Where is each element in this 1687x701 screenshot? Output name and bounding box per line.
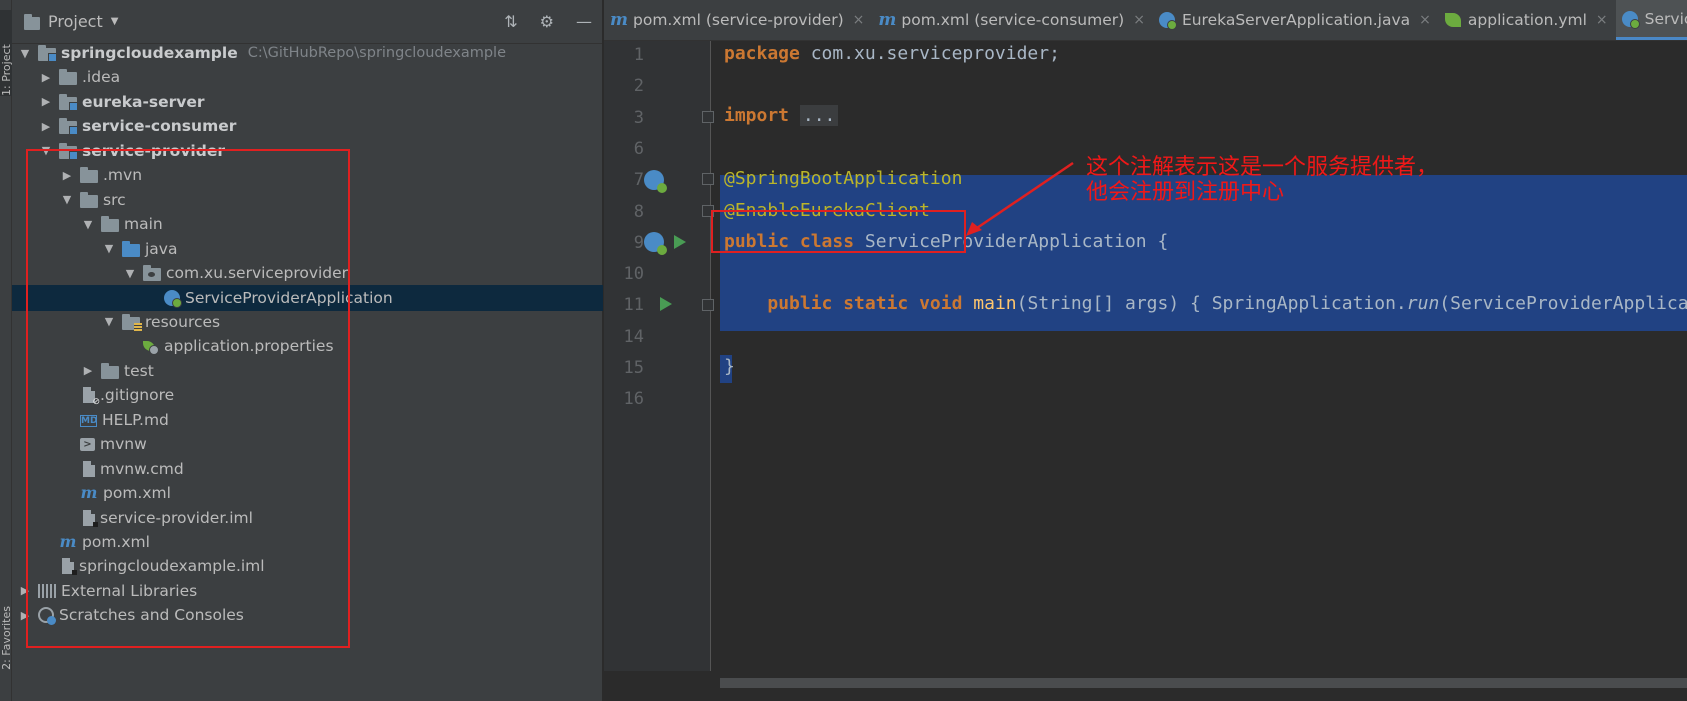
run-main-icon[interactable] [660,297,672,311]
editor-tab[interactable]: m pom.xml (service-provider) × [604,0,872,40]
tree-item[interactable]: ▶ eureka-server [12,89,603,115]
editor-tab-label: EurekaServerApplication.java [1181,11,1411,29]
line-number: 16 [623,389,644,410]
panel-toolbar: ⇅ ⚙ — [504,12,592,31]
spring-class-icon [1158,12,1177,30]
line-number: 3 [633,107,644,128]
tree-item[interactable]: ▼ springcloudexample C:\GitHubRepo\springc… [12,40,603,66]
annotation-note-line-1: 这个注解表示这是一个服务提供者， [1086,155,1439,180]
spring-boot-icon[interactable] [644,232,667,255]
line-number: 8 [633,201,644,222]
favorites-tool-tab[interactable]: 2: Favorites [0,606,13,670]
spring-class-icon [1621,10,1640,29]
editor-area: m pom.xml (service-provider) × m pom.xml (se… [604,0,1687,701]
code-line-7: @SpringBootApplication [724,168,963,189]
minimize-icon[interactable]: — [576,12,592,31]
editor-tabs: m pom.xml (service-provider) × m pom.xml (se… [604,0,1687,41]
close-icon[interactable]: × [853,12,865,28]
code-line-3: import ... [724,105,839,126]
tree-item-label: eureka-server [82,92,205,111]
editor-tab-label: pom.xml (service-consumer) [901,11,1125,29]
close-icon[interactable]: × [1419,12,1431,28]
run-class-icon[interactable] [674,235,686,249]
tree-item-label: springcloudexample [61,44,238,62]
line-number: 11 [623,295,644,316]
line-number: 15 [623,358,644,378]
code-line-1: package com.xu.serviceprovider; [724,43,1060,64]
line-number: 14 [623,326,644,347]
callout-arrow-icon [966,161,1074,236]
editor-tab-label: ServiceProviderApplication.java [1644,9,1687,28]
expand-right-icon[interactable]: ▶ [39,71,53,84]
editor-tab[interactable]: ServiceProviderApplication.java [1615,0,1687,40]
close-icon[interactable]: × [1133,12,1145,28]
project-panel-header: Project ▼ ⇅ ⚙ — [12,0,602,44]
gear-icon[interactable]: ⚙ [540,12,554,31]
chevron-down-icon[interactable]: ▼ [111,16,119,27]
line-number: 6 [633,138,644,159]
highlight-box-annotation [711,210,966,253]
folder-icon [59,69,77,86]
close-icon[interactable]: × [1596,12,1608,28]
line-number: 7 [633,170,644,191]
editor-gutter: 1 2 3 6 7 8 9 10 11 14 15 16 [604,41,714,671]
expand-right-icon[interactable]: ▶ [39,120,53,133]
project-folder-icon [24,13,40,30]
horizontal-scrollbar[interactable] [720,678,1687,688]
code-line-15: } [724,356,735,377]
editor-tab[interactable]: m pom.xml (service-consumer) × [872,0,1153,40]
editor-tab-label: pom.xml (service-provider) [633,11,844,29]
editor-tab-label: application.yml [1467,11,1587,29]
line-number: 2 [633,76,644,97]
line-number: 10 [623,264,644,285]
maven-icon: m [610,10,628,30]
code-line-11: public static void main(String[] args) {… [767,293,1687,314]
line-number: 9 [633,232,644,253]
expand-right-icon[interactable]: ▶ [39,95,53,108]
tree-item[interactable]: ▶ service-consumer [12,113,603,139]
spring-bean-icon[interactable] [644,170,667,193]
code-area[interactable]: package com.xu.serviceprovider; import .… [712,41,1687,671]
tree-item[interactable]: ▶ .idea [12,64,603,90]
module-folder-icon [38,45,57,62]
expand-down-icon[interactable]: ▼ [18,47,32,60]
maven-icon: m [878,10,897,30]
import-fold[interactable]: ... [799,105,839,126]
project-tool-tab[interactable]: 1: Project [0,10,13,96]
annotation-note: 这个注解表示这是一个服务提供者， 他会注册到注册中心 [1086,155,1438,205]
tree-item-path: C:\GitHubRepo\springcloudexample [247,45,507,61]
tree-item-label: .idea [82,68,121,87]
editor-tab[interactable]: application.yml × [1439,0,1616,40]
module-folder-icon [59,93,78,111]
editor-tab[interactable]: EurekaServerApplication.java × [1153,0,1439,40]
collapse-all-icon[interactable]: ⇅ [504,12,517,31]
line-number: 1 [633,45,644,65]
project-view-selector[interactable]: Project [48,12,103,31]
module-folder-icon [59,118,78,136]
tree-item-label: service-consumer [82,117,237,136]
highlight-box-service-provider [26,149,350,648]
annotation-note-line-2: 他会注册到注册中心 [1086,180,1285,205]
tool-window-strip: 1: Project 2: Favorites [0,0,13,701]
spring-config-icon [1444,13,1461,27]
